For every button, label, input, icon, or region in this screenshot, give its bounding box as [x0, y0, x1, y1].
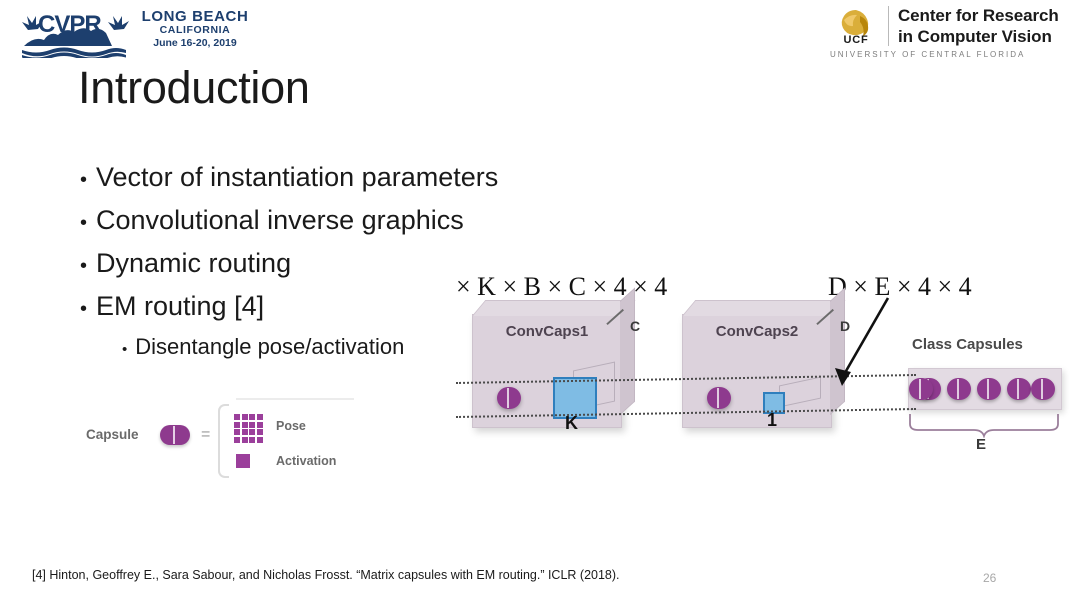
cvpr-date-label: June 16-20, 2019 — [153, 36, 237, 49]
legend-divider — [236, 398, 354, 400]
convcaps1-top-face — [472, 300, 636, 316]
bullet-marker-icon: • — [80, 169, 88, 191]
capsule-architecture-diagram: × K × B × C × 4 × 4 D × E × 4 × 4 ConvCa… — [452, 268, 1080, 496]
equals-sign-label: = — [201, 426, 211, 443]
cvpr-state-label: CALIFORNIA — [159, 24, 231, 37]
convcaps1-label: ConvCaps1 — [505, 323, 589, 340]
convcaps2-top-face — [682, 300, 846, 316]
list-item-label: EM routing [4] — [96, 291, 265, 321]
class-capsule-item — [1007, 378, 1031, 400]
convcaps1-kernel-label: K — [565, 413, 578, 433]
list-item-label: Convolutional inverse graphics — [96, 205, 464, 235]
bullet-marker-icon: • — [80, 255, 88, 277]
pose-4x4-matrix-icon — [234, 414, 263, 443]
capsule-definition-figure: Capsule = Pose Activation — [86, 396, 358, 486]
convcaps1-side-face — [620, 287, 635, 415]
ucf-center-title: Center for Research in Computer Vision — [898, 6, 1059, 47]
class-capsule-item — [947, 378, 971, 400]
ucf-logo-divider — [888, 6, 889, 46]
list-item-label: Dynamic routing — [96, 248, 292, 278]
cvpr-location-block: LONG BEACH CALIFORNIA June 16-20, 2019 — [134, 8, 256, 49]
cvpr-conference-logo: CVPR LONG BEACH CALIFORNIA June 16-20, 2… — [10, 4, 310, 60]
list-item: • Convolutional inverse graphics — [80, 205, 550, 236]
cvpr-palm-logo-icon: CVPR — [22, 11, 129, 58]
footnote-citation: [4] Hinton, Geoffrey E., Sara Sabour, an… — [32, 568, 620, 582]
ucf-title-line-1: Center for Research — [898, 6, 1059, 25]
ucf-university-subtitle: UNIVERSITY OF CENTRAL FLORIDA — [830, 50, 1026, 59]
ucf-crcv-logo: UCF Center for Research in Computer Visi… — [826, 4, 1070, 59]
slide-page-number: 26 — [983, 571, 997, 585]
page-title: Introduction — [78, 62, 310, 113]
cvpr-city-label: LONG BEACH — [141, 8, 249, 25]
activation-label: Activation — [276, 454, 337, 468]
list-item-label: Disentangle pose/activation — [135, 334, 405, 359]
class-capsule-item — [1031, 378, 1055, 400]
convcaps2-kernel-label: 1 — [767, 410, 778, 430]
bullet-marker-icon: • — [80, 212, 88, 234]
capsule-legend-label: Capsule — [86, 427, 139, 442]
left-curly-brace-icon — [218, 404, 229, 478]
class-capsules-pointer-arrow-icon — [835, 297, 890, 386]
convcaps1-depth-label: C — [630, 318, 641, 334]
ucf-abbreviation-label: UCF — [843, 34, 869, 46]
class-capsules-count-label: E — [976, 436, 987, 453]
ucf-title-line-2: in Computer Vision — [898, 26, 1052, 46]
bullet-marker-icon: • — [80, 298, 88, 320]
class-capsules-brace-icon — [909, 414, 1059, 438]
capsule-pill-icon — [707, 387, 731, 409]
capsule-pill-icon — [497, 387, 521, 409]
capsule-pill-icon — [160, 425, 190, 445]
convcaps2-label: ConvCaps2 — [715, 323, 799, 340]
activation-square-icon — [236, 454, 250, 468]
bullet-marker-icon: • — [122, 341, 128, 358]
list-item: • Vector of instantiation parameters — [80, 162, 550, 193]
convcaps1-tensor-shape-label: × K × B × C × 4 × 4 — [456, 272, 668, 301]
list-item-label: Vector of instantiation parameters — [96, 162, 499, 192]
pose-label: Pose — [276, 419, 306, 433]
class-capsule-item — [977, 378, 1001, 400]
